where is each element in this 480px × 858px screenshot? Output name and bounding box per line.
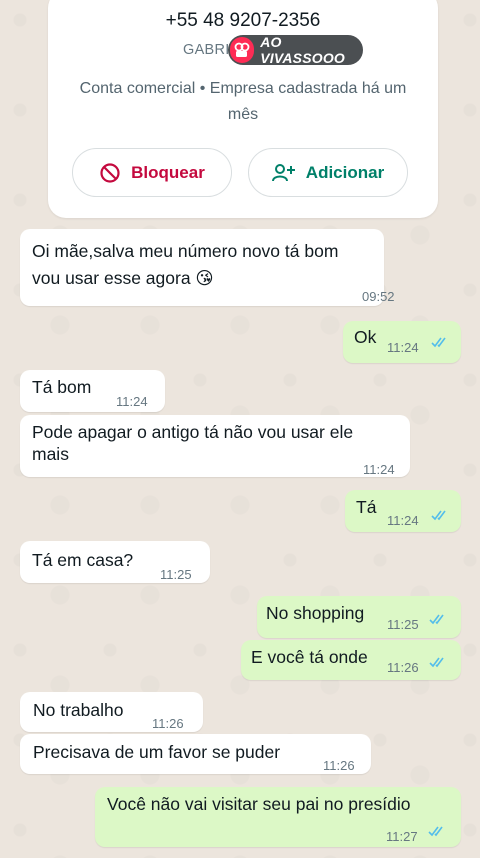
message-bubble[interactable]: Precisava de um favor se puder 11:26 xyxy=(20,734,371,774)
block-button-label: Bloquear xyxy=(131,162,205,182)
message-time: 11:26 xyxy=(323,758,355,773)
live-camera-icon xyxy=(230,37,255,63)
message-time: 11:27 xyxy=(386,829,418,844)
message-text-line: Tá bom xyxy=(32,377,92,397)
message-bubble[interactable]: Tá em casa? 11:25 xyxy=(20,541,210,583)
contact-phone: +55 48 9207-2356 xyxy=(165,10,321,31)
block-button[interactable]: Bloquear xyxy=(72,148,232,197)
message-bubble[interactable]: E você tá onde 11:26 xyxy=(241,640,461,680)
live-badge-label: AO VIVASSOOO xyxy=(260,34,346,66)
message-time: 11:24 xyxy=(387,340,419,355)
read-ticks-icon xyxy=(429,657,444,668)
message-time: 11:24 xyxy=(116,394,148,409)
message-bubble[interactable]: Oi mãe,salva meu número novo tá bom vou … xyxy=(20,229,395,306)
message-bubble[interactable]: Tá bom 11:24 xyxy=(20,370,165,412)
business-account-info: Conta comercial • Empresa cadastrada há … xyxy=(79,80,407,123)
message-time: 11:26 xyxy=(387,660,419,675)
message-text-line: Tá em casa? xyxy=(32,550,134,570)
message-text-line: Ok xyxy=(354,327,377,347)
message-time: 11:25 xyxy=(387,617,419,632)
message-bubble[interactable]: Ok 11:24 xyxy=(343,321,461,363)
message-text-line: Tá xyxy=(356,497,377,517)
add-contact-button[interactable]: Adicionar xyxy=(248,148,408,197)
message-text-line: No shopping xyxy=(266,603,365,623)
block-icon xyxy=(100,162,120,183)
read-ticks-icon xyxy=(431,337,446,348)
message-text-line: Pode apagar o antigo tá não vou usar ele xyxy=(32,422,354,442)
contact-info-card: +55 48 9207-2356 GABRIELA PE Conta comer… xyxy=(48,0,438,218)
message-bubble[interactable]: No trabalho 11:26 xyxy=(20,692,203,732)
add-contact-label: Adicionar xyxy=(305,162,385,182)
message-text-line: Oi mãe,salva meu número novo tá bom xyxy=(32,241,339,261)
message-text-line: No trabalho xyxy=(33,700,124,720)
read-ticks-icon xyxy=(429,614,444,625)
message-time: 11:26 xyxy=(152,716,184,731)
message-time: 11:24 xyxy=(363,462,395,477)
message-bubble[interactable]: Você não vai visitar seu pai no presídio… xyxy=(95,787,461,847)
message-text-line: Precisava de um favor se puder xyxy=(33,742,281,762)
live-badge: AO VIVASSOOO xyxy=(228,34,363,66)
message-bubble[interactable]: No shopping 11:25 xyxy=(257,596,461,638)
read-ticks-icon xyxy=(431,510,446,521)
message-time: 11:24 xyxy=(387,513,419,528)
message-bubble[interactable]: Tá 11:24 xyxy=(345,490,461,532)
message-time: 11:25 xyxy=(160,567,192,582)
read-ticks-icon xyxy=(428,826,443,837)
message-text-line: mais xyxy=(32,444,69,464)
message-bubble[interactable]: Pode apagar o antigo tá não vou usar ele… xyxy=(20,415,410,477)
message-time: 09:52 xyxy=(362,289,395,304)
message-text-line: vou usar esse agora 😘 xyxy=(32,268,214,288)
message-text-line: E você tá onde xyxy=(251,647,368,667)
add-person-icon xyxy=(271,163,295,181)
message-text-line: Você não vai visitar seu pai no presídio xyxy=(107,794,411,814)
